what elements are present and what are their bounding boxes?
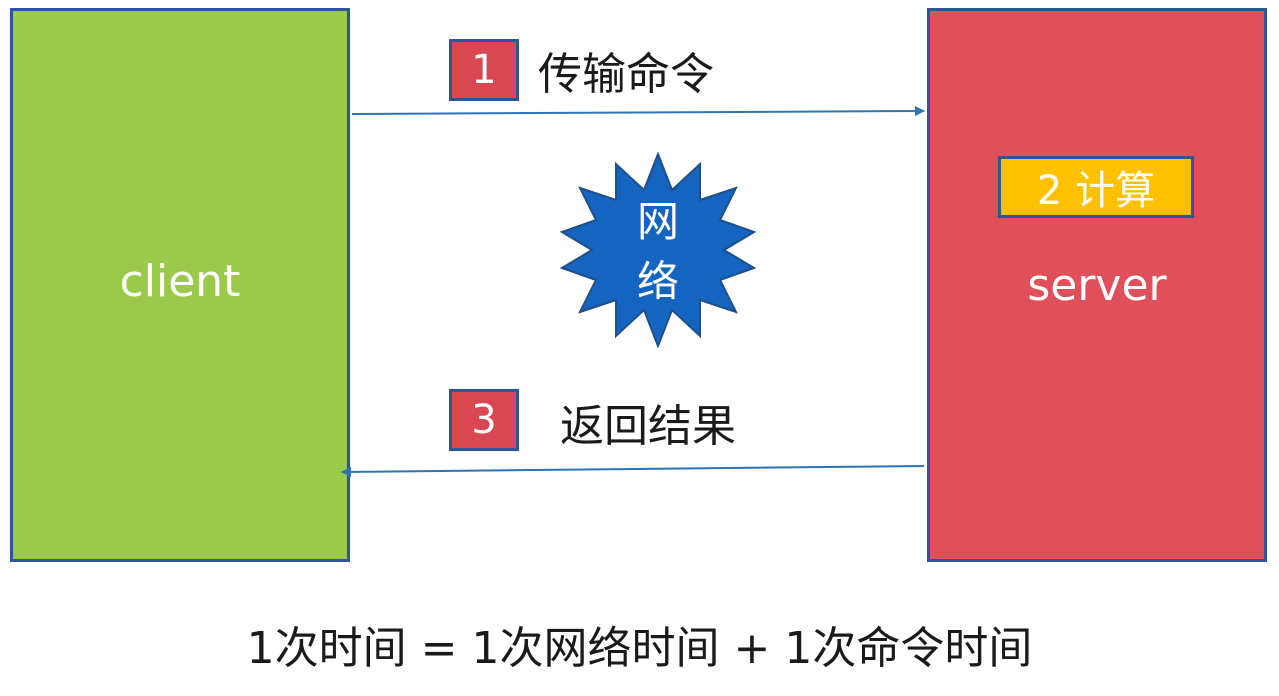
response-arrow [341, 465, 925, 477]
step3-label: 返回结果 [560, 401, 736, 452]
step1-number-badge: 1 [449, 39, 519, 101]
request-arrow [351, 106, 925, 117]
client-label: client [119, 255, 241, 307]
client-box: client [10, 8, 350, 562]
step2-compute-badge: 2 计算 [998, 156, 1194, 218]
network-label-line1: 网 [636, 197, 679, 246]
step3-number: 3 [471, 397, 497, 443]
server-label: server [1027, 259, 1167, 311]
network-label: 网 络 [560, 192, 756, 312]
time-formula: 1次时间 = 1次网络时间 + 1次命令时间 [246, 623, 1033, 674]
step1-number: 1 [471, 47, 497, 93]
step2-label: 2 计算 [1036, 168, 1156, 214]
network-label-line2: 络 [636, 257, 679, 306]
step1-label: 传输命令 [538, 49, 714, 100]
step3-number-badge: 3 [449, 389, 519, 451]
server-box: server [927, 8, 1267, 562]
